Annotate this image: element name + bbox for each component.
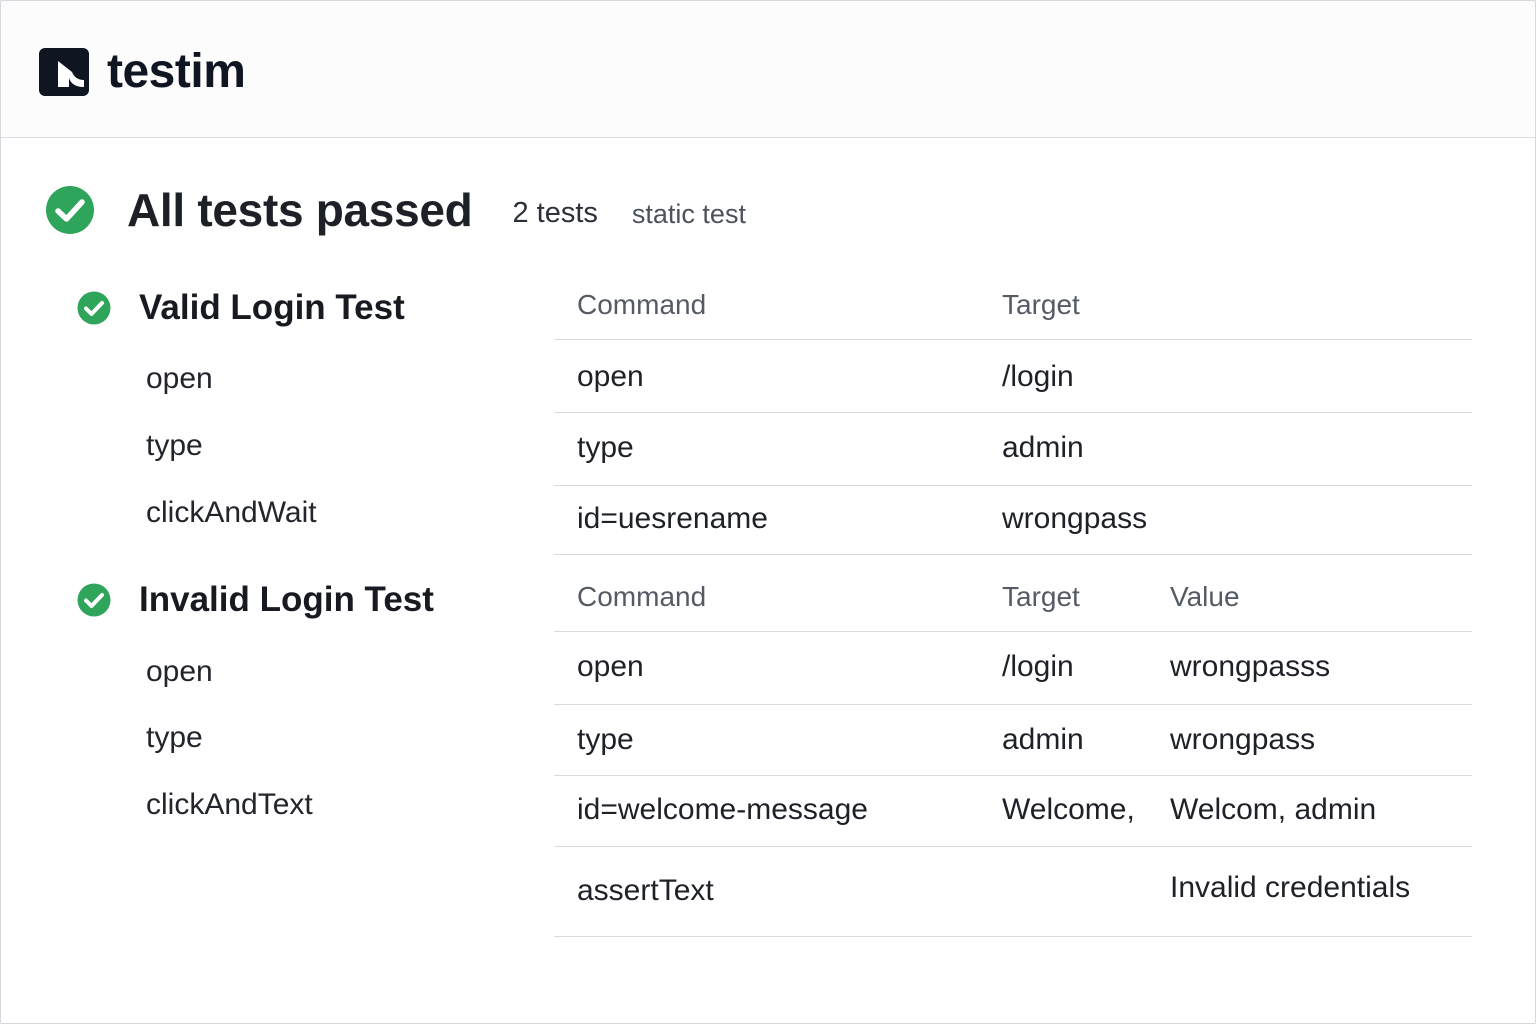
table-row[interactable]: id=welcome-message Welcome, Welcom, admi… xyxy=(554,776,1472,847)
value-cell: wrongpasss xyxy=(1170,650,1331,683)
suite-invalid-login[interactable]: Invalid Login Test open type clickAndTex… xyxy=(77,580,517,821)
target-cell: admin xyxy=(1002,431,1084,464)
step-item[interactable]: open xyxy=(146,362,213,396)
table-header-row: Command Target Value xyxy=(554,571,1472,632)
check-circle-icon xyxy=(77,583,111,617)
table-row[interactable]: type admin wrongpass xyxy=(554,705,1472,776)
suite-valid-login[interactable]: Valid Login Test open type clickAndWait xyxy=(77,288,517,529)
table-row[interactable]: type admin xyxy=(554,413,1472,486)
run-summary: All tests passed 2 tests static test xyxy=(45,184,746,236)
brand-name: testim xyxy=(107,45,246,98)
testim-logo-icon xyxy=(39,48,89,96)
target-cell: Welcome, xyxy=(1002,793,1135,826)
step-item[interactable]: type xyxy=(146,721,203,755)
value-cell: Invalid credentials xyxy=(1170,871,1411,904)
column-header-target: Target xyxy=(1002,581,1080,612)
command-cell: id=uesrename xyxy=(577,502,768,535)
target-cell: admin xyxy=(1002,723,1084,756)
step-item[interactable]: open xyxy=(146,655,213,689)
value-cell: Welcom, admin xyxy=(1170,793,1377,826)
summary-title: All tests passed xyxy=(127,184,473,236)
check-circle-icon xyxy=(46,186,94,234)
table-row[interactable]: id=uesrename wrongpass xyxy=(554,486,1472,555)
table-header-row: Command Target xyxy=(554,279,1472,340)
command-cell: id=welcome-message xyxy=(577,793,868,826)
column-header-target: Target xyxy=(1002,289,1080,320)
table-row[interactable]: open /login xyxy=(554,340,1472,413)
table-row[interactable]: assertText Invalid credentials xyxy=(554,847,1472,937)
brand-logo[interactable]: testim xyxy=(38,45,246,98)
target-cell: /login xyxy=(1002,360,1074,393)
command-cell: open xyxy=(577,360,644,393)
step-item[interactable]: type xyxy=(146,429,203,463)
target-cell: /login xyxy=(1002,650,1074,683)
value-cell: wrongpass xyxy=(1170,723,1316,756)
step-item[interactable]: clickAndWait xyxy=(146,496,317,530)
command-cell: open xyxy=(577,650,644,683)
table-row[interactable]: open /login wrongpasss xyxy=(554,632,1472,705)
step-item[interactable]: clickAndText xyxy=(146,788,313,822)
test-kind: static test xyxy=(631,198,746,229)
check-circle-icon xyxy=(77,291,111,325)
suite-title: Valid Login Test xyxy=(139,288,405,327)
suite-title: Invalid Login Test xyxy=(139,580,434,619)
command-cell: type xyxy=(577,431,634,464)
column-header-command: Command xyxy=(577,581,707,612)
column-header-value: Value xyxy=(1170,581,1240,612)
target-cell: wrongpass xyxy=(1002,502,1148,535)
test-count: 2 tests xyxy=(512,196,598,229)
top-bar: testim xyxy=(1,1,1535,138)
command-cell: assertText xyxy=(577,874,714,907)
column-header-command: Command xyxy=(577,289,707,320)
command-cell: type xyxy=(577,723,634,756)
report-window: testim All tests passed 2 tests static t… xyxy=(0,0,1536,1024)
